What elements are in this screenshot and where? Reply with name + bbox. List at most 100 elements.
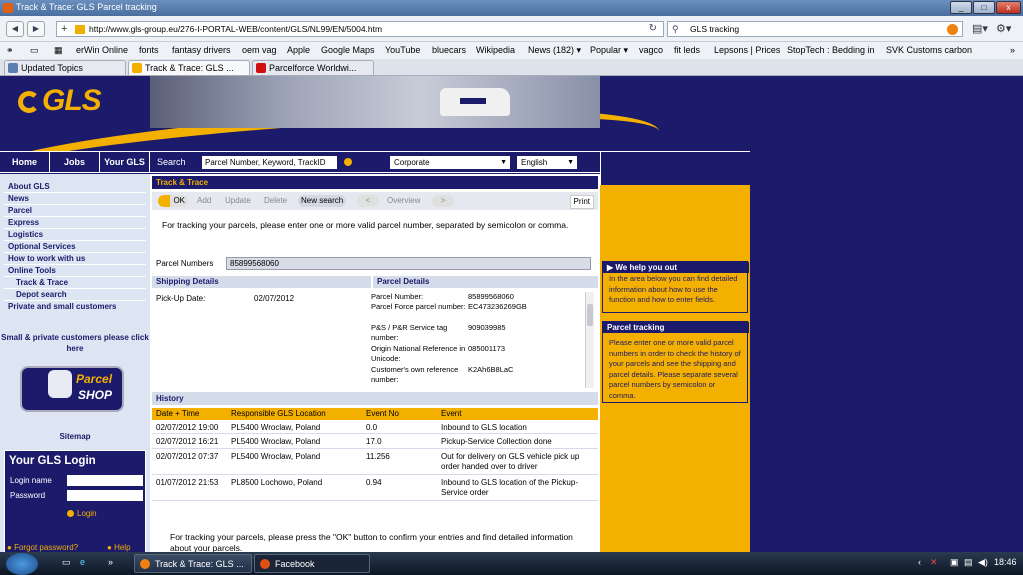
delete-button[interactable]: Delete	[261, 195, 290, 207]
sidebar-item-parcel[interactable]: Parcel	[8, 206, 32, 215]
bookmark-item[interactable]: YouTube	[385, 42, 420, 58]
private-customers-promo[interactable]: Small & private customers please click h…	[0, 332, 150, 354]
help-link[interactable]: ● Help	[107, 543, 131, 552]
tray-display-icon[interactable]: ▤	[964, 557, 973, 568]
bookmark-item[interactable]: oem vag	[242, 42, 277, 58]
segment-select[interactable]: Corporate ▼	[390, 156, 510, 169]
top-navigation: Home Jobs Your GLS Search Parcel Number,…	[0, 151, 600, 173]
tray-expand-icon[interactable]: ‹	[918, 557, 921, 567]
next-button[interactable]: >	[432, 195, 454, 207]
cell-event-no: 0.0	[366, 423, 378, 432]
site-search-input[interactable]: Parcel Number, Keyword, TrackID	[202, 156, 337, 169]
tab-track-trace[interactable]: Track & Trace: GLS ...	[128, 60, 250, 75]
scrollbar-thumb[interactable]	[587, 304, 593, 326]
sidebar-item-how-to-work[interactable]: How to work with us	[8, 254, 85, 263]
bookmark-item[interactable]: Google Maps	[321, 42, 375, 58]
bookmark-item[interactable]: bluecars	[432, 42, 466, 58]
ok-button[interactable]: OK	[158, 195, 188, 207]
bookmark-item[interactable]: fantasy drivers	[172, 42, 231, 58]
login-button[interactable]: Login	[67, 509, 97, 518]
overview-button[interactable]: Overview	[384, 195, 423, 207]
parcel-numbers-field[interactable]: 85899568060	[226, 257, 591, 270]
print-button[interactable]: Print	[569, 195, 594, 209]
parcelshop-banner[interactable]: Parcel SHOP	[20, 366, 124, 412]
help-panel: ▶ We help you out In the area below you …	[600, 151, 750, 552]
bookmarks-link-icon[interactable]: ⚭	[6, 42, 14, 58]
maximize-button[interactable]: □	[973, 1, 995, 14]
chevron-down-icon: ▼	[567, 159, 574, 166]
add-button[interactable]: Add	[194, 195, 214, 207]
bookmarks-grid-icon[interactable]: ▦	[54, 42, 63, 58]
address-bar[interactable]: + http://www.gls-group.eu/276-I-PORTAL-W…	[56, 21, 664, 37]
add-bookmark-icon[interactable]: +	[61, 22, 67, 36]
show-desktop-icon[interactable]: ▭	[62, 557, 71, 568]
gls-logo[interactable]: GLS	[18, 84, 102, 118]
bookmarks-overflow-icon[interactable]: »	[1010, 42, 1015, 58]
nav-home[interactable]: Home	[0, 152, 50, 172]
sidebar-item-news[interactable]: News	[8, 194, 29, 203]
detail-label: Parcel Force parcel number:	[371, 302, 466, 311]
sidebar-item-optional-services[interactable]: Optional Services	[8, 242, 76, 251]
nav-jobs[interactable]: Jobs	[50, 152, 100, 172]
site-search-go-icon[interactable]	[344, 158, 352, 166]
bookmark-item[interactable]: erWin Online	[76, 42, 128, 58]
sidebar-item-track-trace[interactable]: Track & Trace	[16, 278, 68, 287]
bookmark-item[interactable]: vagco	[639, 42, 663, 58]
search-go-icon[interactable]	[947, 24, 958, 35]
bookmark-item[interactable]: Popular ▾	[590, 42, 628, 58]
sidebar-item-logistics[interactable]: Logistics	[8, 230, 43, 239]
close-button[interactable]: x	[996, 1, 1021, 14]
start-button[interactable]	[6, 553, 38, 575]
parcel-details-header: Parcel Details	[373, 276, 598, 288]
sidebar-item-online-tools[interactable]: Online Tools	[8, 266, 56, 275]
search-engine-icon[interactable]: ⚲	[672, 22, 679, 36]
taskbar-item-firefox[interactable]: Track & Trace: GLS ...	[134, 554, 252, 573]
volume-icon[interactable]: ◀)	[978, 557, 988, 568]
tab-label: Parcelforce Worldwi...	[269, 63, 357, 73]
sidebar-item-private-customers[interactable]: Private and small customers	[8, 302, 117, 311]
divider	[4, 276, 146, 277]
nav-your-gls[interactable]: Your GLS	[100, 152, 150, 172]
firefox-icon	[260, 559, 270, 569]
bookmarks-book-icon[interactable]: ▭	[30, 42, 39, 58]
details-scrollbar[interactable]	[585, 292, 594, 388]
bookmark-item[interactable]: fit leds	[674, 42, 700, 58]
tray-network-icon[interactable]: ▣	[950, 557, 959, 568]
forward-button[interactable]: ▶	[27, 21, 45, 37]
sidebar-item-about[interactable]: About GLS	[8, 182, 50, 191]
tab-parcelforce[interactable]: Parcelforce Worldwi...	[252, 60, 374, 75]
bookmark-item[interactable]: Apple	[287, 42, 310, 58]
table-row: 02/07/2012 07:37 PL5400 Wroclaw, Poland …	[152, 450, 598, 475]
taskbar-item-facebook[interactable]: Facebook	[254, 554, 370, 573]
window-titlebar: Track & Trace: GLS Parcel tracking _ □ x	[0, 0, 1023, 16]
tab-updated-topics[interactable]: Updated Topics	[4, 60, 126, 75]
page-menu-icon[interactable]: ▤▾	[972, 22, 988, 35]
sitemap-link[interactable]: Sitemap	[0, 432, 150, 441]
sidebar-item-express[interactable]: Express	[8, 218, 39, 227]
bookmark-item[interactable]: Wikipedia	[476, 42, 515, 58]
bookmark-item[interactable]: Lepsons | Prices	[714, 42, 780, 58]
tools-gear-icon[interactable]: ⚙▾	[996, 22, 1011, 35]
login-box: Your GLS Login Login name Password Login…	[4, 450, 146, 552]
bookmark-item[interactable]: StopTech : Bedding in	[787, 42, 875, 58]
bookmark-item[interactable]: fonts	[139, 42, 159, 58]
update-button[interactable]: Update	[222, 195, 254, 207]
chevron-down-icon: ▼	[500, 159, 507, 166]
bookmark-item[interactable]: SVK Customs carbon	[886, 42, 972, 58]
forgot-password-link[interactable]: ● Forgot password?	[7, 543, 78, 552]
tray-app-icon[interactable]: ✕	[930, 557, 938, 568]
reload-icon[interactable]: ↻	[649, 22, 657, 36]
site-favicon	[75, 25, 85, 34]
password-field[interactable]	[67, 490, 143, 501]
language-select[interactable]: English ▼	[517, 156, 577, 169]
sidebar-item-depot-search[interactable]: Depot search	[16, 290, 67, 299]
back-button[interactable]: ◀	[6, 21, 24, 37]
browser-search-box[interactable]: ⚲ GLS tracking	[667, 21, 963, 37]
login-name-field[interactable]	[67, 475, 143, 486]
minimize-button[interactable]: _	[950, 1, 972, 14]
bookmark-item[interactable]: News (182) ▾	[528, 42, 581, 58]
previous-button[interactable]: <	[357, 195, 379, 207]
ie-icon[interactable]: e	[80, 557, 85, 567]
quicklaunch-overflow-icon[interactable]: »	[108, 557, 113, 567]
new-search-button[interactable]: New search	[298, 195, 347, 207]
